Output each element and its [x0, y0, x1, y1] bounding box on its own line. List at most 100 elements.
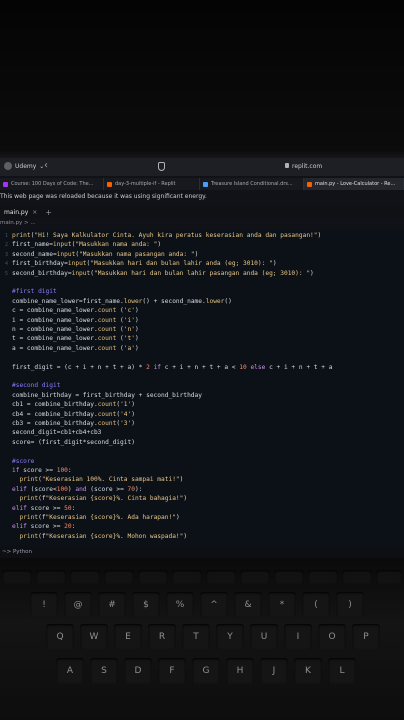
line-number [0, 335, 8, 343]
code-line[interactable]: second_birthday=input("Masukkan hari dan… [12, 270, 314, 278]
tab-label: main.py - Love-Calculator - Re... [315, 181, 396, 187]
replit-favicon-icon [107, 181, 112, 187]
code-line[interactable]: print(f"Keserasian {score}%. Ada harapan… [12, 514, 179, 522]
back-arrow-icon[interactable]: ‹ [44, 160, 48, 171]
line-number [0, 373, 8, 381]
code-line[interactable]: first_digit = (c + i + n + t + a) * 2 if… [12, 364, 332, 372]
code-line[interactable]: elif (score<100) and (score >= 70): [12, 486, 142, 494]
close-icon[interactable]: × [32, 209, 37, 216]
key-: ! [30, 592, 58, 618]
tab-treasure-island[interactable]: Treasure Island Conditional.drs... [200, 178, 304, 190]
tab-label: Treasure Island Conditional.drs... [211, 181, 293, 187]
console-label: ~> Python [2, 549, 33, 555]
code-line[interactable]: combine_name_lower=first_name.lower() + … [12, 298, 232, 306]
key-w: W [80, 624, 108, 650]
tab-love-calculator[interactable]: main.py - Love-Calculator - Re... [304, 178, 404, 190]
code-line[interactable]: first_name=input("Masukkan nama anda: ") [12, 241, 161, 249]
code-line[interactable]: elif score >= 50: [12, 505, 75, 513]
code-line[interactable]: second_name=input("Masukkan nama pasanga… [12, 251, 198, 259]
code-line[interactable]: elif score >= 20: [12, 523, 75, 531]
line-number: 5 [4, 270, 8, 277]
code-line[interactable]: first_birthday=input("Masukkan hari dan … [12, 260, 277, 268]
line-number [0, 505, 8, 513]
tab-label: day-3-multiple-if - Replit [115, 181, 176, 187]
code-line[interactable]: second_digit=cb1+cb4+cb3 [12, 429, 101, 437]
function-key [172, 570, 202, 584]
line-number [0, 279, 8, 287]
profile-switcher[interactable]: Udemy ⌄ [4, 162, 44, 170]
code-line[interactable]: print(f"Keserasian {score}%. Cinta bahag… [12, 495, 187, 503]
function-key [104, 570, 134, 584]
tab-udemy-course[interactable]: Course: 100 Days of Code: The... [0, 178, 104, 190]
line-number [0, 420, 8, 428]
key-q: Q [46, 624, 74, 650]
line-number [0, 364, 8, 372]
function-key [376, 570, 402, 584]
line-number: 3 [4, 251, 8, 258]
line-number [0, 411, 8, 419]
lock-icon [285, 163, 289, 168]
drawio-favicon-icon [203, 181, 208, 187]
code-line[interactable]: #second digit [12, 382, 60, 390]
code-line[interactable]: cb1 = combine_birthday.count('1') [12, 401, 135, 409]
function-key [342, 570, 372, 584]
browser-window: Udemy ⌄ ‹ replit.com Course: 100 Days of… [0, 158, 404, 558]
file-tab-label: main.py [4, 208, 29, 216]
key-g: G [192, 658, 220, 684]
code-line[interactable]: a = combine_name_lower.count ('a') [12, 345, 139, 353]
breadcrumb[interactable]: main.py > ... [0, 220, 36, 226]
line-number [0, 307, 8, 315]
code-line[interactable]: if score >= 100: [12, 467, 72, 475]
code-line[interactable]: c = combine_name_lower.count ('c') [12, 307, 139, 315]
key-: ^ [200, 592, 228, 618]
editor-file-tabs: main.py × + [0, 206, 404, 218]
code-line[interactable]: print("Hi! Saya Kalkulator Cinta. Ayuh k… [12, 232, 321, 240]
line-number [0, 533, 8, 541]
code-line[interactable]: combine_birthday = first_birthday + seco… [12, 392, 202, 400]
key-: & [234, 592, 262, 618]
key-: ) [336, 592, 364, 618]
code-line[interactable]: print(f"Keserasian {score}%. Mohon waspa… [12, 533, 187, 541]
line-number [0, 429, 8, 437]
browser-toolbar: Udemy ⌄ ‹ replit.com [0, 158, 404, 176]
line-number: 4 [4, 261, 8, 268]
dark-background [0, 0, 404, 158]
add-tab-button[interactable]: + [45, 208, 52, 217]
key-: $ [132, 592, 160, 618]
function-key [2, 570, 32, 584]
line-number [0, 486, 8, 494]
replit-favicon-icon [307, 181, 312, 187]
key-s: S [90, 658, 118, 684]
key-r: R [148, 624, 176, 650]
code-line[interactable]: t = combine_name_lower.count ('t') [12, 335, 139, 343]
code-line[interactable]: #first digit [12, 288, 57, 296]
code-line[interactable]: print("Keserasian 100%. Cinta sampai mat… [12, 476, 183, 484]
key-i: I [284, 624, 312, 650]
privacy-shield-icon[interactable] [158, 162, 165, 171]
code-editor[interactable]: 1 print("Hi! Saya Kalkulator Cinta. Ayuh … [0, 230, 404, 546]
code-line[interactable]: n = combine_name_lower.count ('n') [12, 326, 139, 334]
key-h: H [226, 658, 254, 684]
code-line[interactable]: #score [12, 458, 34, 466]
code-line[interactable]: i = combine_name_lower.count ('i') [12, 317, 139, 325]
console-bar[interactable]: ~> Python [0, 546, 404, 558]
line-number [0, 448, 8, 456]
code-line[interactable]: cb4 = combine_birthday.count('4') [12, 411, 135, 419]
line-number [0, 392, 8, 400]
key-: % [166, 592, 194, 618]
key-: ( [302, 592, 330, 618]
code-line[interactable]: score= (first_digit*second_digit) [12, 439, 135, 447]
key-a: A [56, 658, 84, 684]
file-tab-main-py[interactable]: main.py × [0, 209, 41, 216]
key-d: D [124, 658, 152, 684]
tab-replit-day3[interactable]: day-3-multiple-if - Replit [104, 178, 200, 190]
function-key [274, 570, 304, 584]
code-line[interactable]: cb3 = combine_birthday.count('3') [12, 420, 135, 428]
profile-avatar-icon [4, 162, 12, 170]
address-bar-url[interactable]: replit.com [292, 163, 322, 170]
line-number [0, 288, 8, 296]
key-u: U [250, 624, 278, 650]
browser-tab-strip: Course: 100 Days of Code: The... day-3-m… [0, 178, 404, 190]
function-key [308, 570, 338, 584]
line-number [0, 439, 8, 447]
